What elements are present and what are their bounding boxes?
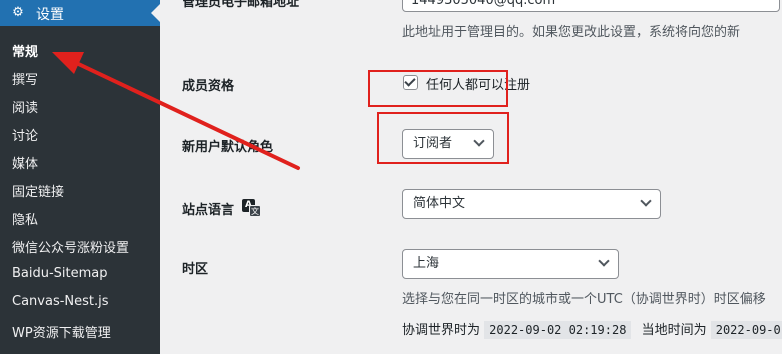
sidebar-item-discussion[interactable]: 讨论 (12, 125, 38, 144)
sidebar-item-writing[interactable]: 撰写 (12, 69, 38, 88)
site-language-value: 简体中文 (413, 196, 466, 211)
membership-label: 成员资格 (182, 79, 235, 94)
admin-email-label: 管理员电子邮箱地址 (182, 0, 300, 10)
sidebar-item-general[interactable]: 常规 (12, 41, 38, 60)
default-role-label: 新用户默认角色 (182, 140, 274, 155)
settings-form: 管理员电子邮箱地址 1449305040@qq.com 此地址用于管理目的。如果… (160, 0, 782, 354)
sidebar-item-privacy[interactable]: 隐私 (12, 209, 38, 228)
chevron-down-icon (640, 195, 652, 207)
sidebar-item-canvas-nest[interactable]: Canvas-Nest.js (12, 294, 109, 309)
sidebar-item-reading[interactable]: 阅读 (12, 97, 38, 116)
site-language-label: 站点语言 (182, 203, 235, 218)
site-language-select[interactable]: 简体中文 (402, 189, 661, 219)
settings-submenu: 常规 撰写 阅读 讨论 媒体 固定链接 隐私 微信公众号涨粉设置 Baidu-S… (0, 26, 160, 354)
admin-email-input[interactable]: 1449305040@qq.com (402, 0, 780, 12)
timezone-select[interactable]: 上海 (402, 249, 619, 279)
time-readout: 协调世界时为 2022-09-02 02:19:28 当地时间为 2022-09… (402, 319, 782, 339)
admin-sidebar: ⚙ 设置 常规 撰写 阅读 讨论 媒体 固定链接 隐私 微信公众号涨粉设置 Ba… (0, 0, 160, 354)
utc-prefix: 协调世界时为 (402, 323, 481, 338)
translation-icon: A文 (242, 199, 262, 217)
chevron-down-icon (598, 255, 610, 267)
timezone-description: 选择与您在同一时区的城市或一个UTC（协调世界时）时区偏移 (402, 292, 766, 307)
settings-menu-header[interactable]: ⚙ 设置 (0, 0, 160, 26)
annotation-box-membership (368, 70, 508, 107)
current-menu-notch (151, 4, 160, 22)
sidebar-item-wechat[interactable]: 微信公众号涨粉设置 (12, 237, 129, 256)
timezone-label: 时区 (182, 262, 209, 277)
annotation-box-default-role (377, 112, 509, 164)
settings-sliders-icon: ⚙ (12, 5, 24, 20)
timezone-value: 上海 (413, 256, 440, 271)
sidebar-item-wp-download[interactable]: WP资源下载管理 (12, 322, 111, 341)
sidebar-item-permalinks[interactable]: 固定链接 (12, 181, 64, 200)
utc-time: 2022-09-02 02:19:28 (484, 321, 632, 339)
local-time: 2022-09-0 (710, 321, 782, 339)
admin-email-description: 此地址用于管理目的。如果您更改此设置，系统将向您的新 (402, 25, 741, 40)
local-prefix: 当地时间为 (641, 323, 707, 338)
settings-menu-label: 设置 (36, 7, 64, 23)
sidebar-item-baidu-sitemap[interactable]: Baidu-Sitemap (12, 266, 108, 281)
sidebar-item-media[interactable]: 媒体 (12, 153, 38, 172)
